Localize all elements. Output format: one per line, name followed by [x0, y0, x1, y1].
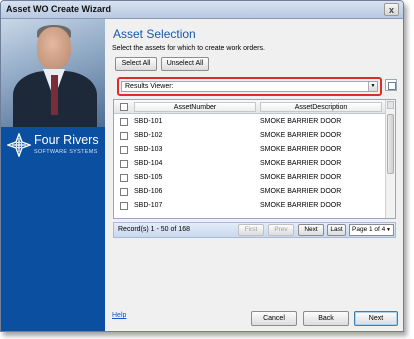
asset-number-cell: SBD-107: [134, 202, 163, 209]
window-title: Asset WO Create Wizard: [6, 4, 111, 14]
grid-header: AssetNumber AssetDescription: [114, 100, 385, 114]
row-checkbox[interactable]: [120, 146, 128, 154]
next-page-button[interactable]: Next: [298, 224, 324, 236]
asset-description-cell: SMOKE BARRIER DOOR: [260, 160, 342, 167]
row-checkbox[interactable]: [120, 160, 128, 168]
page-select[interactable]: Page 1 of 4 ▼: [349, 224, 394, 236]
record-count: Record(s) 1 - 50 of 168: [118, 226, 190, 233]
last-page-button[interactable]: Last: [327, 224, 346, 236]
four-rivers-cross-logo-icon: [7, 133, 31, 157]
close-button[interactable]: x: [384, 3, 399, 16]
help-link[interactable]: Help: [112, 312, 126, 319]
results-viewer-dropdown[interactable]: Results Viewer: ▼: [121, 81, 378, 92]
title-bar: Asset WO Create Wizard x: [1, 1, 403, 19]
asset-number-cell: SBD-104: [134, 160, 163, 167]
content-panel: Asset Selection Select the assets for wh…: [105, 19, 403, 331]
table-row[interactable]: SBD-102 SMOKE BARRIER DOOR: [114, 129, 385, 143]
asset-description-cell: SMOKE BARRIER DOOR: [260, 202, 342, 209]
close-icon: x: [388, 5, 394, 15]
asset-number-cell: SBD-105: [134, 174, 163, 181]
asset-description-cell: SMOKE BARRIER DOOR: [260, 146, 342, 153]
grid-vertical-scrollbar[interactable]: [385, 100, 395, 218]
select-all-button[interactable]: Select All: [115, 57, 157, 71]
logo-name: Four Rivers: [34, 133, 99, 147]
asset-number-cell: SBD-106: [134, 188, 163, 195]
table-row[interactable]: SBD-103 SMOKE BARRIER DOOR: [114, 143, 385, 157]
table-row[interactable]: SBD-101 SMOKE BARRIER DOOR: [114, 115, 385, 129]
row-checkbox[interactable]: [120, 202, 128, 210]
footer-bar: Help Cancel Back Next: [105, 306, 403, 331]
pager-bar: Record(s) 1 - 50 of 168 First Prev Next …: [113, 222, 396, 238]
asset-description-cell: SMOKE BARRIER DOOR: [260, 188, 342, 195]
scroll-thumb[interactable]: [387, 114, 394, 174]
row-checkbox[interactable]: [120, 188, 128, 196]
cancel-button[interactable]: Cancel: [251, 311, 297, 326]
asset-number-cell: SBD-103: [134, 146, 163, 153]
row-checkbox[interactable]: [120, 132, 128, 140]
chevron-down-icon: ▼: [386, 227, 391, 233]
asset-description-cell: SMOKE BARRIER DOOR: [260, 174, 342, 181]
next-button[interactable]: Next: [354, 311, 398, 326]
businessman-photo: [1, 19, 105, 127]
page-select-value: Page 1 of 4: [352, 226, 386, 233]
results-viewer-label: Results Viewer:: [125, 83, 174, 90]
asset-number-cell: SBD-101: [134, 118, 163, 125]
results-viewer-highlight: Results Viewer: ▼: [117, 77, 382, 96]
wizard-window: Asset WO Create Wizard x Four Rivers SOF…: [0, 0, 404, 332]
first-page-button[interactable]: First: [238, 224, 264, 236]
instructions-text: Select the assets for which to create wo…: [112, 45, 265, 52]
asset-number-cell: SBD-102: [134, 132, 163, 139]
row-checkbox[interactable]: [120, 118, 128, 126]
asset-grid: AssetNumber AssetDescription SBD-101 SMOK…: [113, 99, 396, 219]
row-checkbox[interactable]: [120, 174, 128, 182]
grid-body: SBD-101 SMOKE BARRIER DOOR SBD-102 SMOKE B…: [114, 115, 385, 218]
column-header-asset-number[interactable]: AssetNumber: [134, 102, 256, 112]
chevron-down-icon[interactable]: ▼: [368, 82, 377, 91]
unselect-all-button[interactable]: Unselect All: [161, 57, 209, 71]
select-all-checkbox[interactable]: [120, 103, 128, 111]
sidebar-panel: Four Rivers SOFTWARE SYSTEMS: [1, 19, 105, 331]
company-logo: Four Rivers SOFTWARE SYSTEMS: [7, 131, 103, 171]
table-row[interactable]: SBD-106 SMOKE BARRIER DOOR: [114, 185, 385, 199]
asset-description-cell: SMOKE BARRIER DOOR: [260, 132, 342, 139]
prev-page-button[interactable]: Prev: [268, 224, 294, 236]
page-title: Asset Selection: [113, 27, 196, 41]
table-row[interactable]: SBD-105 SMOKE BARRIER DOOR: [114, 171, 385, 185]
column-header-asset-description[interactable]: AssetDescription: [260, 102, 382, 112]
table-row[interactable]: SBD-107 SMOKE BARRIER DOOR: [114, 199, 385, 213]
back-button[interactable]: Back: [303, 311, 349, 326]
scroll-up-icon[interactable]: [387, 101, 394, 109]
table-row[interactable]: SBD-104 SMOKE BARRIER DOOR: [114, 157, 385, 171]
logo-subtitle: SOFTWARE SYSTEMS: [34, 149, 98, 155]
grid-options-icon[interactable]: [385, 79, 397, 91]
asset-description-cell: SMOKE BARRIER DOOR: [260, 118, 342, 125]
